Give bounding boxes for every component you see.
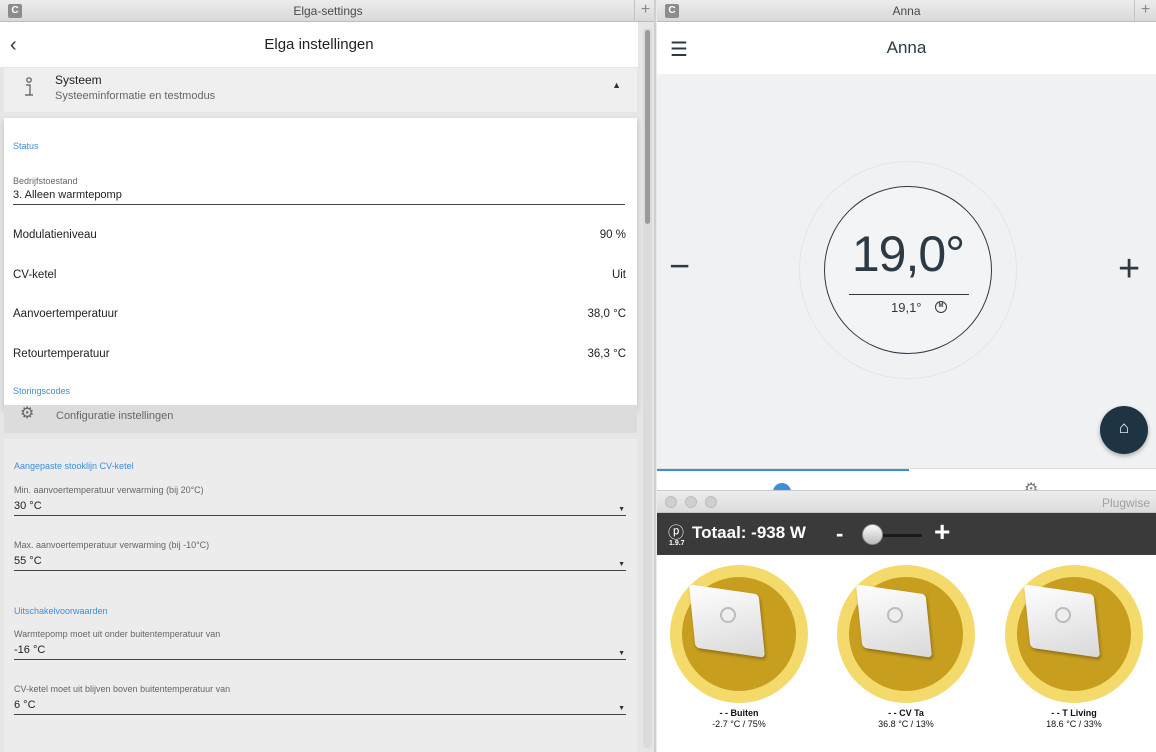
operating-state-underline bbox=[13, 204, 625, 205]
elga-header: ‹ Elga instellingen bbox=[0, 22, 638, 67]
zoom-out-button[interactable]: - bbox=[836, 521, 843, 547]
field-underline bbox=[14, 570, 626, 571]
system-title: Systeem bbox=[55, 73, 102, 87]
window-title: Elga-settings bbox=[293, 4, 363, 18]
max-supply-label: Max. aanvoertemperatuur verwarming (bij … bbox=[14, 540, 210, 550]
close-window-button[interactable] bbox=[665, 496, 677, 508]
system-section-header[interactable]: Systeem Systeeminformatie en testmodus ▲ bbox=[4, 68, 637, 112]
device-dial-icon bbox=[1055, 607, 1071, 623]
anna-title-bar: C Anna + bbox=[657, 0, 1156, 22]
page-title: Elga instellingen bbox=[264, 36, 374, 53]
minimize-window-button[interactable] bbox=[685, 496, 697, 508]
new-tab-button[interactable]: + bbox=[1134, 0, 1156, 22]
operating-state-label: Bedrijfstoestand bbox=[13, 176, 78, 186]
page-title: Anna bbox=[886, 38, 927, 57]
device-value: 18.6 °C / 33% bbox=[1046, 719, 1102, 729]
status-row-label: Retourtemperatuur bbox=[13, 348, 110, 360]
dial-divider bbox=[849, 294, 969, 295]
device-name: - - T Living bbox=[1051, 708, 1097, 718]
elga-title-bar: C Elga-settings + bbox=[0, 0, 656, 22]
tab-thermostat-icon[interactable] bbox=[773, 483, 791, 490]
window-title: Anna bbox=[892, 4, 921, 18]
info-icon bbox=[20, 76, 38, 102]
zoom-in-button[interactable]: + bbox=[934, 518, 950, 546]
configuration-section-header[interactable]: ⚙ Configuratie instellingen bbox=[4, 405, 637, 433]
dropdown-arrow-icon[interactable]: ▼ bbox=[618, 705, 625, 712]
status-row-label: CV-ketel bbox=[13, 269, 57, 281]
window-title: Plugwise bbox=[1101, 496, 1150, 510]
decrease-temperature-button[interactable]: − bbox=[669, 248, 690, 284]
operating-state-value: 3. Alleen warmtepomp bbox=[13, 189, 122, 201]
window-divider bbox=[654, 0, 656, 752]
device-name: - - Buiten bbox=[719, 708, 759, 718]
thermostat-dial[interactable]: 19,0° 19,1° M bbox=[824, 186, 992, 354]
device-value: -2.7 °C / 75% bbox=[712, 719, 766, 729]
status-row-value: 38,0 °C bbox=[587, 308, 626, 320]
heating-curve-title: Aangepaste stooklijn CV-ketel bbox=[14, 461, 134, 471]
plugwise-toolbar: ⓟ 1.9.7 Totaal: -938 W - + bbox=[657, 513, 1156, 555]
elga-settings-window: C Elga-settings + ‹ Elga instellingen Sy… bbox=[0, 0, 656, 752]
status-section-title: Status bbox=[13, 141, 39, 151]
increase-temperature-button[interactable]: + bbox=[1118, 250, 1140, 288]
hp-off-label: Warmtepomp moet uit onder buitentemperat… bbox=[14, 629, 221, 639]
system-subtitle: Systeeminformatie en testmodus bbox=[55, 90, 216, 102]
min-supply-label: Min. aanvoertemperatuur verwarming (bij … bbox=[14, 485, 204, 495]
settings-card: Aangepaste stooklijn CV-ketel Min. aanvo… bbox=[4, 439, 637, 752]
configuration-label: Configuratie instellingen bbox=[56, 410, 174, 422]
status-row-label: Modulatieniveau bbox=[13, 229, 97, 241]
field-underline bbox=[14, 714, 626, 715]
active-tab-indicator bbox=[657, 469, 909, 471]
cv-off-label: CV-ketel moet uit blijven boven buitente… bbox=[14, 684, 231, 694]
scrollbar-thumb[interactable] bbox=[645, 30, 650, 224]
total-power: Totaal: -938 W bbox=[692, 523, 806, 542]
min-supply-value: 30 °C bbox=[14, 500, 42, 512]
status-row-label: Aanvoertemperatuur bbox=[13, 308, 118, 320]
device-name: - - CV Ta bbox=[888, 708, 924, 718]
hp-off-value: -16 °C bbox=[14, 644, 46, 656]
zoom-slider-knob[interactable] bbox=[861, 524, 883, 545]
dropdown-arrow-icon[interactable]: ▼ bbox=[618, 561, 625, 568]
collapse-caret-icon[interactable]: ▲ bbox=[612, 80, 621, 90]
measured-temperature: 19,1° bbox=[891, 300, 922, 315]
shutdown-title: Uitschakelvoorwaarden bbox=[14, 606, 108, 616]
device-dial-icon bbox=[887, 607, 903, 623]
new-tab-button[interactable]: + bbox=[634, 0, 656, 22]
home-icon: ⌂ bbox=[1118, 418, 1130, 437]
dropdown-arrow-icon[interactable]: ▼ bbox=[618, 506, 625, 513]
schedule-mode-icon: M bbox=[935, 301, 947, 313]
device-dial-icon bbox=[720, 607, 736, 623]
plugwise-title-bar: Plugwise bbox=[657, 491, 1156, 513]
status-row-value: 36,3 °C bbox=[587, 348, 626, 360]
status-row-value: Uit bbox=[611, 269, 626, 281]
anna-window: C Anna + ☰ Anna − + 19,0° 19,1° M ⌂ ⚙ bbox=[657, 0, 1156, 490]
plugwise-window: Plugwise ⓟ 1.9.7 Totaal: -938 W - + - - … bbox=[657, 490, 1156, 752]
anna-header: ☰ Anna bbox=[657, 22, 1156, 74]
status-card: Status Bedrijfstoestand 3. Alleen warmte… bbox=[4, 118, 637, 408]
anna-tab-bar: ⚙ bbox=[657, 468, 1156, 490]
cv-off-value: 6 °C bbox=[14, 699, 36, 711]
version-label: 1.9.7 bbox=[669, 540, 685, 547]
dropdown-arrow-icon[interactable]: ▼ bbox=[618, 650, 625, 657]
zoom-window-button[interactable] bbox=[705, 496, 717, 508]
home-button[interactable]: ⌂ bbox=[1100, 406, 1148, 454]
status-row-value: 90 % bbox=[599, 229, 626, 241]
gear-icon: ⚙ bbox=[20, 405, 35, 422]
scrollbar[interactable] bbox=[643, 28, 652, 748]
error-codes-title: Storingscodes bbox=[13, 386, 71, 396]
setpoint-temperature: 19,0° bbox=[851, 226, 965, 282]
field-underline bbox=[14, 659, 626, 660]
device-value: 36.8 °C / 13% bbox=[878, 719, 934, 729]
tab-settings-gear-icon[interactable]: ⚙ bbox=[1024, 479, 1038, 490]
field-underline bbox=[14, 515, 626, 516]
max-supply-value: 55 °C bbox=[14, 555, 42, 567]
